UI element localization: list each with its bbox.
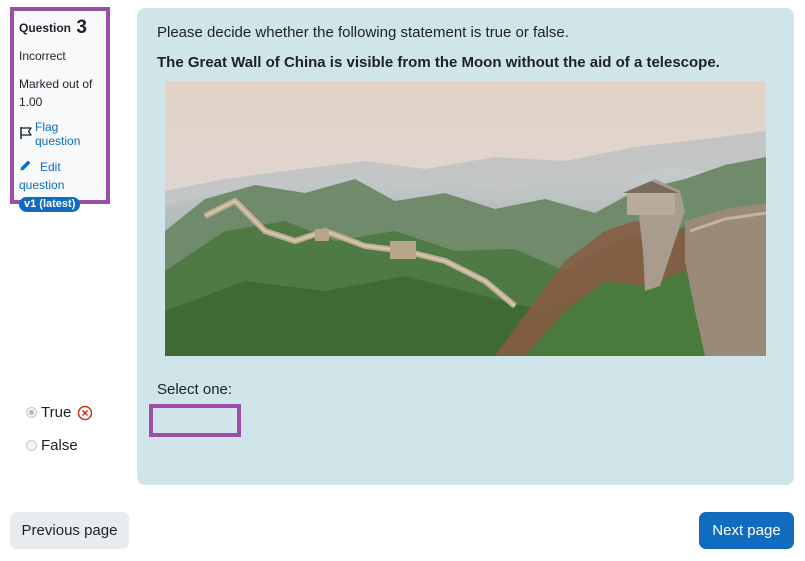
question-info-panel: Question 3 Incorrect Marked out of 1.00 … — [10, 7, 110, 212]
question-number-value: 3 — [76, 17, 87, 38]
flag-question-label: Flag question — [35, 120, 81, 148]
option-false-label: False — [41, 437, 78, 454]
option-true-label: True — [41, 404, 72, 421]
question-statement: The Great Wall of China is visible from … — [157, 54, 720, 71]
previous-page-button[interactable]: Previous page — [10, 512, 129, 549]
option-true[interactable]: True — [26, 404, 93, 421]
incorrect-icon — [77, 405, 93, 421]
select-one-label: Select one: — [157, 381, 233, 398]
true-radio[interactable] — [26, 407, 37, 418]
question-state: Incorrect — [19, 49, 66, 63]
question-prompt: Please decide whether the following stat… — [157, 24, 569, 41]
option-false[interactable]: False — [26, 437, 78, 454]
next-page-button[interactable]: Next page — [699, 512, 794, 549]
flag-icon — [19, 126, 35, 143]
edit-question-link[interactable]: Edit question — [19, 158, 106, 194]
question-label: Question — [19, 21, 72, 35]
version-badge: v1 (latest) — [19, 197, 81, 212]
pencil-icon — [19, 160, 40, 174]
question-content: Please decide whether the following stat… — [137, 8, 794, 485]
false-radio[interactable] — [26, 440, 37, 451]
great-wall-photo — [165, 81, 766, 356]
question-grade: Marked out of 1.00 — [19, 77, 93, 109]
flag-question-link[interactable]: Flag question — [19, 120, 106, 148]
question-number: Question 3 — [19, 17, 106, 38]
